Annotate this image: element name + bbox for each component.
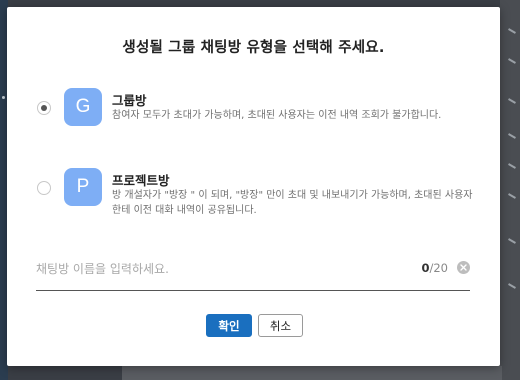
clear-input-icon[interactable] [457,261,470,274]
option-name: 그룹방 [112,93,147,108]
background-chevron-icon [508,193,516,199]
option-group-room[interactable]: G 그룹방 참여자 모두가 초대가 가능하며, 초대된 사용자는 이전 내역 조… [35,88,475,136]
confirm-button[interactable]: 확인 [206,314,252,337]
group-room-avatar-icon: G [64,88,102,126]
background-chevron-icon [508,283,516,289]
option-description: 참여자 모두가 초대가 가능하며, 초대된 사용자는 이전 내역 조회가 불가합… [112,110,442,121]
dialog-title: 생성될 그룹 채팅방 유형을 선택해 주세요. [122,40,385,56]
project-room-avatar-icon: P [64,168,102,206]
background-chevron-icon [508,133,516,139]
option-description: 방 개설자가 "방장 " 이 되며, "방장" 만이 초대 및 내보내기가 가능… [112,190,473,216]
background-chevron-icon [508,58,516,64]
chatroom-name-input[interactable] [36,258,406,280]
option-name: 프로젝트방 [112,173,170,188]
radio-group-room[interactable] [37,101,51,115]
background-footer [122,366,502,380]
chatroom-name-field: 0/20 [36,256,470,291]
background-chevron-icon [508,28,516,34]
radio-project-room[interactable] [37,181,51,195]
chatroom-type-dialog: 생성될 그룹 채팅방 유형을 선택해 주세요. G 그룹방 참여자 모두가 초대… [7,7,500,366]
background-chevron-icon [508,163,516,169]
background-dot-icon [2,96,5,99]
background-chevron-icon [508,98,516,104]
char-counter: 0/20 [421,261,448,275]
cancel-button[interactable]: 취소 [258,314,303,337]
background-chevron-icon [508,238,516,244]
option-project-room[interactable]: P 프로젝트방 방 개설자가 "방장 " 이 되며, "방장" 만이 초대 및 … [35,168,475,216]
background-scroll-area [500,0,520,380]
char-count-max: /20 [429,261,448,275]
